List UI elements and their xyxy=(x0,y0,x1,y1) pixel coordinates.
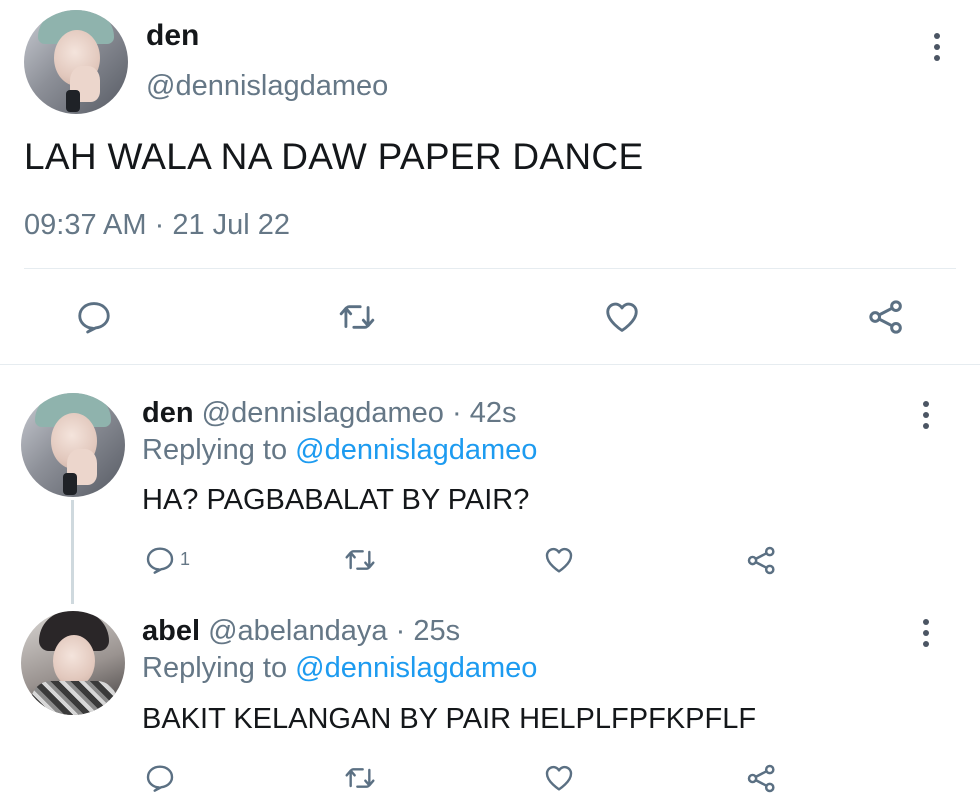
more-icon[interactable] xyxy=(923,619,929,652)
replying-prefix: Replying to xyxy=(142,652,288,684)
tweet-text: LAH WALA NA DAW PAPER DANCE xyxy=(24,136,644,177)
share-icon[interactable] xyxy=(745,762,778,795)
handle[interactable]: @dennislagdameo xyxy=(146,68,388,104)
more-icon[interactable] xyxy=(934,33,940,66)
retweet-icon[interactable] xyxy=(336,298,378,336)
retweet-icon[interactable] xyxy=(342,762,378,794)
reply-age: 25s xyxy=(413,615,461,647)
reply-header: abel @abelandaya · 25s xyxy=(142,613,460,649)
separator-dot: · xyxy=(451,397,462,429)
reply-icon[interactable] xyxy=(75,298,113,336)
display-name[interactable]: den xyxy=(146,18,199,54)
display-name[interactable]: abel xyxy=(142,615,200,647)
divider xyxy=(24,268,956,269)
share-icon[interactable] xyxy=(866,297,906,337)
handle[interactable]: @abelandaya xyxy=(208,615,387,647)
like-icon[interactable] xyxy=(543,544,575,576)
display-name[interactable]: den xyxy=(142,397,194,429)
reply-text: BAKIT KELANGAN BY PAIR HELPLFPFKPFLF xyxy=(142,703,757,735)
replying-to-link[interactable]: @dennislagdameo xyxy=(295,434,537,466)
share-icon[interactable] xyxy=(745,544,778,577)
reply-count: 1 xyxy=(180,549,191,569)
replying-prefix: Replying to xyxy=(142,434,288,466)
like-icon[interactable] xyxy=(543,762,575,794)
replying-to-line: Replying to @dennislagdameo xyxy=(142,432,537,468)
reply-header: den @dennislagdameo · 42s xyxy=(142,395,516,431)
avatar[interactable] xyxy=(21,393,125,497)
section-divider xyxy=(0,364,980,365)
handle[interactable]: @dennislagdameo xyxy=(202,397,444,429)
replying-to-line: Replying to @dennislagdameo xyxy=(142,650,537,686)
reply-text: HA? PAGBABALAT BY PAIR? xyxy=(142,484,530,516)
tweet-date: 21 Jul 22 xyxy=(172,209,291,241)
more-icon[interactable] xyxy=(923,401,929,434)
separator-dot: · xyxy=(395,615,406,647)
retweet-icon[interactable] xyxy=(342,544,378,576)
replying-to-link[interactable]: @dennislagdameo xyxy=(295,652,537,684)
reply-icon[interactable] xyxy=(144,544,176,576)
avatar[interactable] xyxy=(21,611,125,715)
tweet-timestamp: 09:37 AM · 21 Jul 22 xyxy=(24,207,290,243)
like-icon[interactable] xyxy=(603,298,641,336)
thread-line xyxy=(71,500,74,604)
reply-age: 42s xyxy=(469,397,517,429)
avatar[interactable] xyxy=(24,10,128,114)
separator-dot: · xyxy=(154,209,165,241)
tweet-time: 09:37 AM xyxy=(24,209,147,241)
reply-icon[interactable] xyxy=(144,762,176,794)
